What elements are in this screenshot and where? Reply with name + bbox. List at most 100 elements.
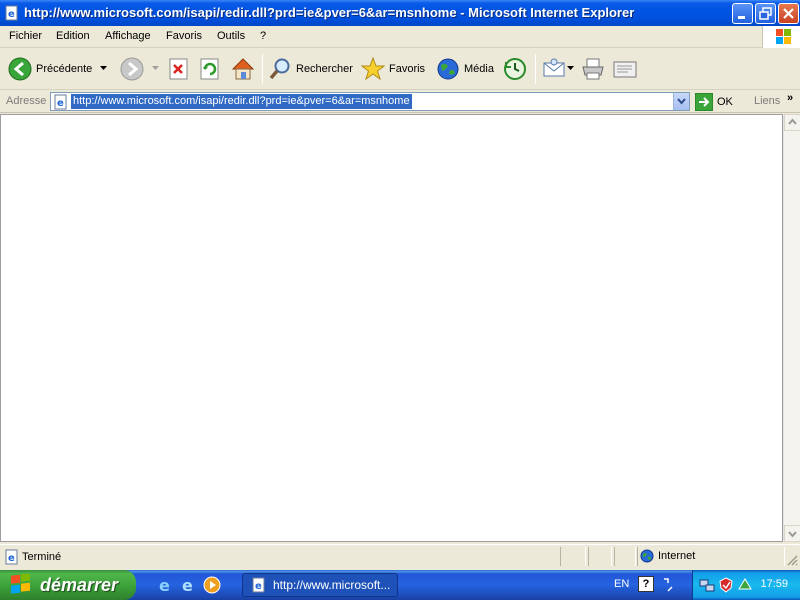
chevron-down-icon	[677, 98, 686, 105]
ie-page-icon: e	[5, 5, 18, 21]
scroll-up-icon	[788, 118, 797, 125]
status-pane	[560, 547, 586, 566]
menu-favoris[interactable]: Favoris	[166, 30, 202, 42]
search-label: Rechercher	[296, 63, 353, 75]
language-indicator[interactable]: EN	[614, 578, 629, 590]
language-bar-options-icon[interactable]	[662, 577, 674, 593]
back-button[interactable]: Précédente	[8, 54, 92, 84]
taskbar: démarrer e e e http://www.microsoft... E…	[0, 570, 800, 600]
media-button[interactable]: Média	[436, 54, 494, 84]
windows-logo	[762, 26, 800, 48]
back-arrow-icon	[8, 57, 32, 81]
menu-edition[interactable]: Edition	[56, 30, 90, 42]
printer-icon	[582, 58, 604, 80]
mail-dropdown-icon[interactable]	[567, 66, 575, 72]
media-globe-icon	[437, 58, 459, 80]
resize-grip-icon[interactable]	[786, 554, 798, 566]
clock: 17:59	[760, 578, 788, 590]
forward-dropdown-icon[interactable]	[152, 66, 160, 72]
media-label: Média	[464, 63, 494, 75]
home-button[interactable]	[230, 54, 256, 84]
go-label: OK	[717, 95, 733, 108]
restore-button[interactable]	[755, 3, 776, 24]
svg-text:e: e	[255, 581, 262, 592]
page-done-icon: e	[5, 549, 18, 565]
minimize-button[interactable]	[732, 3, 753, 24]
history-clock-icon	[504, 58, 526, 80]
search-button[interactable]: Rechercher	[268, 54, 353, 84]
close-icon	[783, 8, 794, 19]
window-title: http://www.microsoft.com/isapi/redir.dll…	[24, 5, 635, 20]
favorites-star-icon	[361, 57, 385, 81]
address-dropdown-button[interactable]	[673, 93, 689, 110]
minimize-icon	[738, 16, 745, 19]
back-dropdown-icon[interactable]	[100, 66, 108, 72]
print-button[interactable]	[581, 54, 605, 84]
toolbar-separator	[262, 54, 263, 84]
title-bar[interactable]: e http://www.microsoft.com/isapi/redir.d…	[0, 0, 800, 26]
forward-arrow-icon	[120, 57, 144, 81]
go-arrow-icon	[695, 92, 713, 111]
home-icon	[231, 58, 255, 80]
quicklaunch-browser-icon[interactable]: e	[180, 576, 198, 594]
history-button[interactable]	[503, 54, 527, 84]
windows-flag-icon	[776, 29, 791, 44]
menu-fichier[interactable]: Fichier	[9, 30, 42, 42]
start-label: démarrer	[40, 574, 119, 595]
standard-toolbar: Précédente Rechercher Favoris Média	[0, 48, 800, 90]
address-bar: Adresse e http://www.microsoft.com/isapi…	[0, 90, 800, 113]
system-tray: 17:59	[692, 570, 800, 600]
address-input[interactable]: e http://www.microsoft.com/isapi/redir.d…	[50, 92, 690, 111]
favorites-button[interactable]: Favoris	[361, 54, 425, 84]
mail-icon	[543, 58, 565, 77]
back-label: Précédente	[36, 63, 93, 75]
refresh-icon	[200, 58, 219, 80]
links-chevron-icon[interactable]: »	[787, 92, 793, 104]
svg-text:e: e	[8, 553, 15, 564]
taskbar-ie-window-button[interactable]: e http://www.microsoft...	[242, 573, 398, 597]
search-icon	[269, 58, 290, 80]
address-label: Adresse	[6, 95, 47, 107]
page-content[interactable]	[0, 114, 783, 542]
scroll-down-button[interactable]	[784, 525, 800, 542]
svg-text:e: e	[8, 9, 15, 20]
edit-page-icon	[613, 61, 637, 78]
stop-button[interactable]	[168, 54, 190, 84]
ie-window: e http://www.microsoft.com/isapi/redir.d…	[0, 0, 800, 570]
forward-button[interactable]	[120, 54, 144, 84]
address-url[interactable]: http://www.microsoft.com/isapi/redir.dll…	[71, 94, 412, 109]
windows-flag-icon	[11, 574, 30, 594]
vertical-scrollbar[interactable]	[783, 114, 800, 542]
refresh-button[interactable]	[199, 54, 221, 84]
network-icon[interactable]	[699, 577, 715, 593]
scroll-up-button[interactable]	[784, 114, 800, 131]
menu-affichage[interactable]: Affichage	[105, 30, 151, 42]
quicklaunch-ie-icon[interactable]: e	[157, 576, 175, 594]
links-toolbar[interactable]: Liens	[754, 95, 780, 107]
menu-outils[interactable]: Outils	[217, 30, 245, 42]
scroll-down-icon	[788, 531, 797, 538]
status-pane	[588, 547, 612, 566]
go-button[interactable]: OK	[695, 92, 733, 111]
mail-button[interactable]	[542, 54, 566, 84]
svg-text:e: e	[182, 576, 193, 594]
menu-help[interactable]: ?	[260, 30, 266, 42]
svg-text:e: e	[57, 98, 64, 109]
quicklaunch-media-player-icon[interactable]	[203, 576, 221, 594]
toolbar-separator	[535, 54, 536, 84]
taskbar-window-label: http://www.microsoft...	[273, 578, 391, 592]
update-icon[interactable]	[737, 577, 753, 593]
stop-icon	[169, 58, 188, 80]
restore-icon	[759, 7, 772, 20]
security-zone[interactable]: Internet	[640, 549, 695, 563]
security-center-icon[interactable]	[718, 577, 734, 593]
close-button[interactable]	[778, 3, 799, 24]
ie-page-icon: e	[252, 577, 265, 593]
help-icon[interactable]: ?	[638, 576, 654, 592]
svg-text:e: e	[159, 576, 170, 594]
status-pane	[614, 547, 636, 566]
menu-bar: Fichier Edition Affichage Favoris Outils…	[0, 26, 800, 48]
start-button[interactable]: démarrer	[0, 570, 136, 600]
edit-button[interactable]	[612, 54, 638, 84]
status-text: Terminé	[22, 551, 62, 563]
